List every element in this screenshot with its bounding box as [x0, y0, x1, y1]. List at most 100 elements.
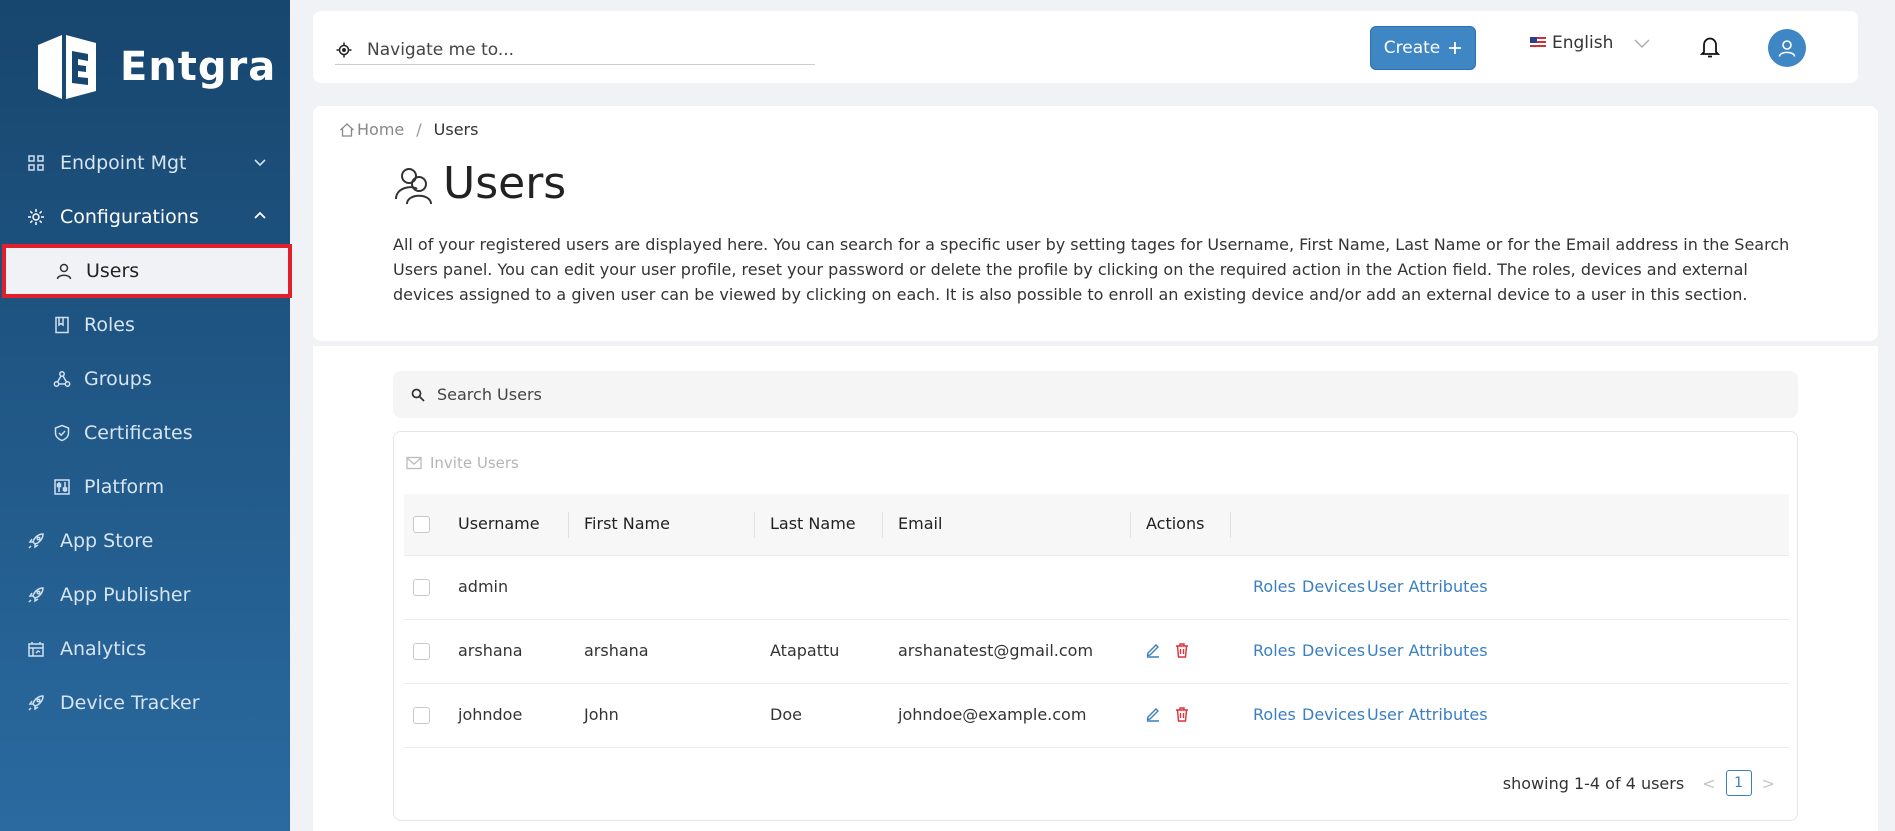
breadcrumb-separator: /: [416, 120, 422, 139]
column-divider: [568, 512, 569, 538]
sidebar-item-label: Device Tracker: [60, 692, 200, 714]
column-actions: Actions: [1146, 514, 1205, 533]
search-icon: [411, 388, 425, 402]
user-attributes-link[interactable]: User Attributes: [1367, 577, 1488, 596]
devices-link[interactable]: Devices: [1302, 641, 1365, 660]
delete-icon[interactable]: [1174, 706, 1190, 722]
sidebar: Entgra Endpoint Mgt Configurations Users…: [0, 0, 292, 831]
language-label: English: [1552, 33, 1614, 53]
delete-icon[interactable]: [1174, 642, 1190, 658]
column-divider: [882, 512, 883, 538]
entgra-logo-icon: [30, 31, 102, 103]
brand-logo[interactable]: Entgra: [30, 30, 276, 104]
breadcrumb-home[interactable]: Home: [357, 120, 404, 139]
edit-icon[interactable]: [1145, 706, 1161, 722]
devices-link[interactable]: Devices: [1302, 705, 1365, 724]
chevron-up-icon: [254, 211, 266, 219]
column-email[interactable]: Email: [898, 514, 942, 533]
cell-email: arshanatest@gmail.com: [898, 641, 1094, 660]
grid-icon: [26, 153, 46, 173]
cell-first-name: arshana: [584, 641, 649, 660]
sidebar-item-label: App Publisher: [60, 584, 191, 606]
sidebar-item-label: Analytics: [60, 638, 147, 660]
roles-link[interactable]: Roles: [1253, 705, 1296, 724]
sidebar-item-configurations[interactable]: Configurations: [0, 190, 290, 244]
page-title: Users: [393, 158, 566, 209]
pagination-summary: showing 1-4 of 4 users: [1502, 773, 1685, 793]
cell-username: johndoe: [458, 705, 523, 724]
user-attributes-link[interactable]: User Attributes: [1367, 641, 1488, 660]
search-placeholder: Search Users: [437, 385, 542, 404]
sidebar-item-groups[interactable]: Groups: [0, 352, 290, 406]
notifications-bell-icon[interactable]: [1699, 35, 1721, 63]
cluster-icon: [52, 369, 72, 389]
column-last-name[interactable]: Last Name: [770, 514, 856, 533]
sidebar-item-app-publisher[interactable]: App Publisher: [0, 568, 290, 622]
create-button[interactable]: Create: [1370, 26, 1476, 70]
user-attributes-link[interactable]: User Attributes: [1367, 705, 1488, 724]
column-divider: [1230, 512, 1231, 538]
select-all-checkbox[interactable]: [413, 516, 430, 533]
rocket-icon: [26, 693, 46, 713]
pagination: showing 1-4 of 4 users < 1 >: [1503, 770, 1785, 796]
users-icon: [395, 167, 432, 204]
row-checkbox[interactable]: [413, 643, 430, 660]
language-select[interactable]: English: [1530, 33, 1651, 53]
rocket-icon: [26, 531, 46, 551]
avatar[interactable]: [1768, 29, 1806, 67]
column-first-name[interactable]: First Name: [584, 514, 670, 533]
sidebar-item-label: App Store: [60, 530, 154, 552]
sidebar-item-endpoint-mgt[interactable]: Endpoint Mgt: [0, 136, 290, 190]
table-row: arshana arshana Atapattu arshanatest@gma…: [404, 620, 1789, 684]
edit-icon[interactable]: [1145, 642, 1161, 658]
sidebar-item-label: Configurations: [60, 206, 199, 228]
sidebar-item-roles[interactable]: Roles: [0, 298, 290, 352]
row-checkbox[interactable]: [413, 707, 430, 724]
cell-username: arshana: [458, 641, 523, 660]
table-row: johndoe John Doe johndoe@example.com Rol…: [404, 684, 1789, 748]
sidebar-item-label: Certificates: [84, 422, 193, 444]
devices-link[interactable]: Devices: [1302, 577, 1365, 596]
sidebar-item-label: Platform: [84, 476, 165, 498]
chevron-down-icon: [1634, 39, 1650, 48]
sidebar-item-certificates[interactable]: Certificates: [0, 406, 290, 460]
analytics-icon: [26, 639, 46, 659]
sidebar-item-users[interactable]: Users: [2, 244, 292, 298]
sidebar-item-analytics[interactable]: Analytics: [0, 622, 290, 676]
plus-icon: [1449, 42, 1462, 54]
rocket-icon: [26, 585, 46, 605]
sliders-icon: [52, 477, 72, 497]
next-page-button[interactable]: >: [1762, 774, 1775, 793]
prev-page-button[interactable]: <: [1702, 774, 1715, 793]
cell-username: admin: [458, 577, 509, 596]
column-username[interactable]: Username: [458, 514, 540, 533]
cell-last-name: Atapattu: [770, 641, 840, 660]
sidebar-item-device-tracker[interactable]: Device Tracker: [0, 676, 290, 730]
table-row: admin Roles Devices User Attributes: [404, 556, 1789, 620]
page-description: All of your registered users are display…: [393, 235, 1790, 304]
create-label: Create: [1383, 38, 1441, 58]
sidebar-item-label: Endpoint Mgt: [60, 152, 187, 174]
page-1-button[interactable]: 1: [1725, 770, 1752, 796]
breadcrumb-current: Users: [433, 120, 479, 139]
crosshair-icon: [336, 42, 352, 57]
us-flag-icon: [1530, 37, 1546, 49]
users-panel: Search Users Invite Users Username First…: [313, 346, 1878, 831]
home-icon[interactable]: [339, 122, 355, 138]
roles-link[interactable]: Roles: [1253, 577, 1296, 596]
intro-card: Home / Users Users All of your registere…: [313, 106, 1878, 341]
row-checkbox[interactable]: [413, 579, 430, 596]
user-icon: [54, 261, 74, 281]
search-users-input[interactable]: Search Users: [393, 371, 1798, 418]
brand-name: Entgra: [120, 44, 277, 90]
navigate-input[interactable]: Navigate me to...: [335, 35, 815, 65]
roles-link[interactable]: Roles: [1253, 641, 1296, 660]
cell-first-name: John: [584, 705, 619, 724]
invite-users-button[interactable]: Invite Users: [406, 454, 519, 472]
column-divider: [754, 512, 755, 538]
shield-icon: [52, 423, 72, 443]
invite-users-label: Invite Users: [430, 454, 519, 472]
gear-icon: [26, 207, 46, 227]
sidebar-item-platform[interactable]: Platform: [0, 460, 290, 514]
sidebar-item-app-store[interactable]: App Store: [0, 514, 290, 568]
